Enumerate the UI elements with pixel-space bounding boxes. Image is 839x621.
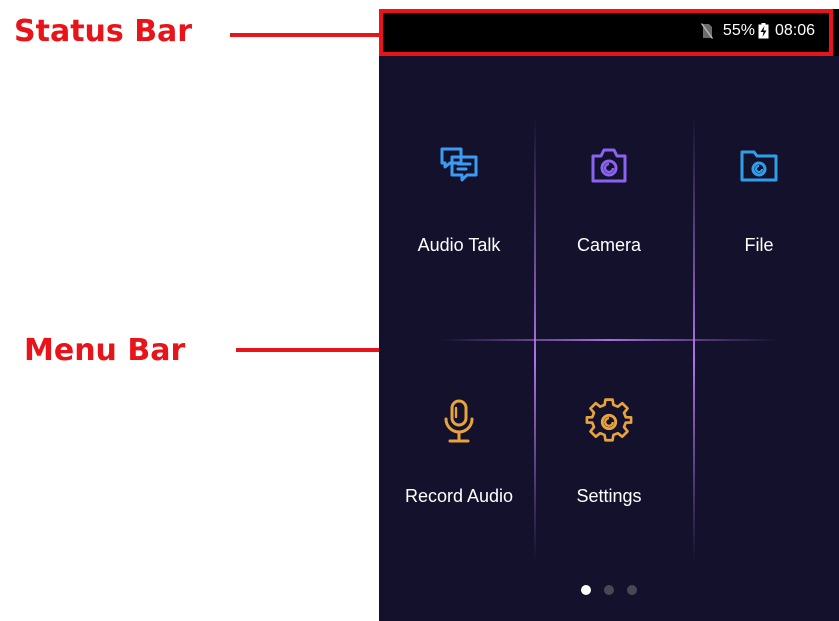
- menu-item-label: Settings: [576, 486, 642, 506]
- menu-item-label: File: [744, 235, 774, 255]
- camera-icon: [585, 141, 633, 189]
- menu-item-camera[interactable]: Camera: [529, 141, 689, 256]
- gear-icon: [585, 398, 633, 446]
- page-indicator: [379, 585, 839, 595]
- menu-item-label: Audio Talk: [417, 235, 501, 255]
- status-bar-annotation-label: Status Bar: [14, 14, 193, 49]
- grid-divider-horizontal: [439, 339, 779, 341]
- menu-bar-annotation-label: Menu Bar: [24, 333, 186, 368]
- device-screen: 55% 08:06 Audio Talk Camera File Record …: [379, 9, 839, 621]
- menu-item-settings[interactable]: Settings: [529, 398, 689, 507]
- microphone-icon: [435, 398, 483, 446]
- page-dot-1[interactable]: [581, 585, 591, 595]
- chat-bubbles-icon: [435, 141, 483, 189]
- menu-bar-annotation-pointer: [236, 348, 382, 352]
- menu-item-record-audio[interactable]: Record Audio: [379, 398, 539, 507]
- no-sim-icon: [700, 23, 713, 39]
- page-dot-2[interactable]: [604, 585, 614, 595]
- menu-item-audio-talk[interactable]: Audio Talk: [379, 141, 539, 256]
- menu-item-label: Record Audio: [404, 486, 514, 506]
- battery-percent: 55%: [722, 22, 755, 39]
- menu-bar: Audio Talk Camera File Record Audio Sett…: [379, 56, 839, 621]
- status-bar: 55% 08:06: [379, 9, 839, 56]
- menu-item-label: Camera: [576, 235, 642, 255]
- menu-item-file[interactable]: File: [679, 141, 839, 256]
- page-dot-3[interactable]: [627, 585, 637, 595]
- status-time: 08:06: [774, 22, 815, 39]
- folder-icon: [735, 141, 783, 189]
- battery-icon: [758, 23, 769, 39]
- status-bar-annotation-pointer: [230, 33, 382, 37]
- status-indicators: 55% 08:06: [700, 22, 815, 40]
